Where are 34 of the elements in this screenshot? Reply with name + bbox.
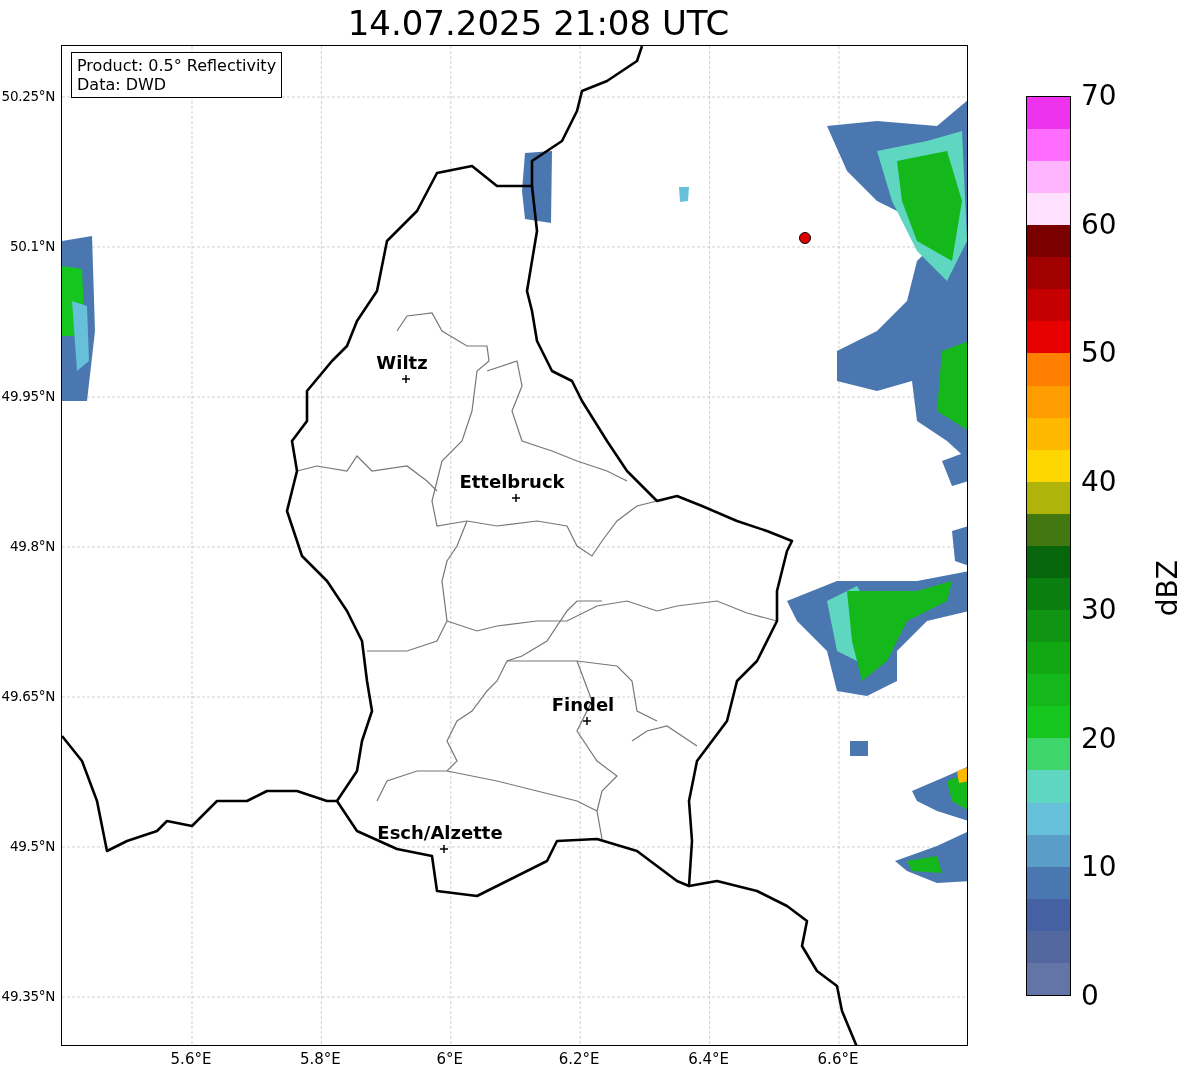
colorbar-tick-label: 10 [1081, 853, 1117, 882]
city-label: Findel [551, 694, 615, 715]
longitude-label: 6°E [436, 1050, 464, 1068]
city-marker-icon [582, 716, 592, 726]
colorbar-tick-label: 0 [1081, 982, 1099, 1010]
city-marker-icon [401, 374, 411, 384]
city-label: Esch/Alzette [377, 822, 503, 843]
latitude-label: 49.35°N [1, 988, 55, 1004]
info-text: Data: DWD [77, 75, 168, 94]
latitude-label: 49.8°N [9, 538, 55, 554]
city-label: Wiltz [376, 352, 428, 373]
info-text: Product: 0.5° Reflectivity [77, 56, 277, 75]
colorbar-tick-label: 70 [1081, 82, 1117, 110]
colorbar-tick-label: 40 [1081, 467, 1117, 496]
longitude-label: 5.8°E [299, 1050, 341, 1068]
latitude-label: 50.25°N [1, 88, 55, 104]
colorbar-tick-label: 50 [1081, 339, 1117, 368]
city-marker-icon [511, 493, 521, 503]
city-marker-icon [439, 844, 449, 854]
location-marker [799, 232, 811, 244]
longitude-label: 6.4°E [688, 1050, 729, 1068]
longitude-label: 6.2°E [558, 1050, 600, 1068]
colorbar-tick-label: 30 [1081, 596, 1117, 625]
latitude-label: 49.5°N [9, 838, 55, 854]
longitude-label: 6.6°E [817, 1050, 859, 1068]
colorbar-tick-label: 20 [1081, 724, 1117, 753]
latitude-label: 49.65°N [1, 688, 55, 704]
chart-title: 14.07.2025 21:08 UTC [346, 1, 731, 45]
city-label: Ettelbruck [459, 471, 565, 492]
latitude-label: 49.95°N [1, 388, 55, 404]
longitude-label: 5.6°E [170, 1050, 212, 1068]
colorbar-tick-label: 60 [1081, 210, 1117, 239]
colorbar-label: dBZ [1151, 560, 1184, 617]
latitude-label: 50.1°N [9, 238, 55, 254]
